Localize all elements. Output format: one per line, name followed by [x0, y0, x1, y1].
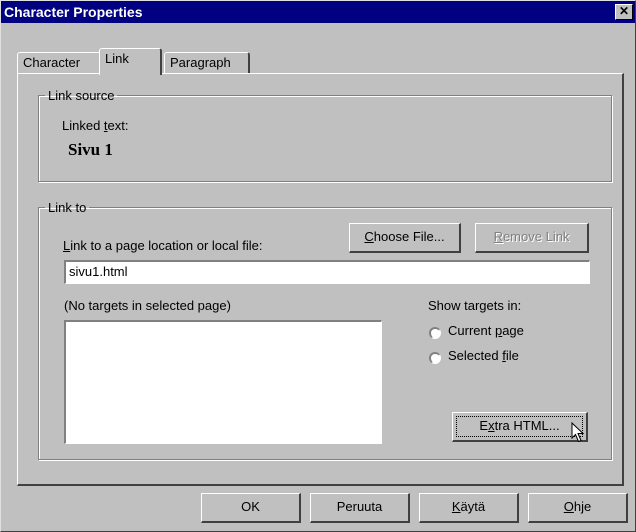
link-tab-panel: Link source Linked text: Sivu 1 Link to …	[17, 73, 624, 486]
close-icon: ✕	[618, 4, 630, 18]
radio-selected-file-label[interactable]: Selected file	[448, 348, 519, 363]
linked-text-value: Sivu 1	[68, 140, 113, 159]
apply-button[interactable]: Käytä	[419, 493, 519, 523]
link-url-input[interactable]: sivu1.html	[64, 260, 590, 284]
show-targets-label: Show targets in:	[428, 298, 522, 313]
tab-paragraph-label: Paragraph	[170, 55, 231, 70]
link-source-group: Link source	[38, 88, 612, 182]
remove-link-button[interactable]: Remove Link	[475, 223, 589, 253]
focus-rect	[456, 416, 583, 437]
link-to-legend: Link to	[48, 200, 87, 215]
mouse-pointer-icon	[571, 422, 585, 443]
tab-character[interactable]: Character	[17, 52, 102, 74]
link-source-legend: Link source	[48, 88, 115, 103]
tab-paragraph[interactable]: Paragraph	[164, 52, 250, 74]
targets-label: (No targets in selected page)	[64, 298, 231, 313]
title-bar: Character Properties ✕	[1, 1, 635, 23]
link-url-value: sivu1.html	[69, 264, 128, 279]
tab-character-label: Character	[23, 55, 81, 70]
targets-list[interactable]	[64, 320, 382, 444]
linked-text-label: Linked text:	[62, 118, 129, 133]
tab-link[interactable]: Link	[99, 48, 162, 75]
link-field-label: Link to a page location or local file:	[63, 238, 263, 253]
help-button[interactable]: Ohje	[528, 493, 628, 523]
radio-selected-file[interactable]	[429, 352, 441, 364]
radio-current-page-label[interactable]: Current page	[448, 323, 524, 338]
extra-html-button[interactable]: Extra HTML...	[452, 412, 588, 442]
choose-file-button[interactable]: Choose File...	[349, 223, 461, 253]
close-button[interactable]: ✕	[615, 4, 633, 20]
ok-button[interactable]: OK	[201, 493, 301, 523]
character-properties-dialog: Character Properties ✕ Character Link Pa…	[0, 0, 636, 532]
tab-link-label: Link	[105, 51, 129, 66]
dialog-title: Character Properties	[4, 4, 143, 20]
radio-current-page[interactable]	[429, 327, 441, 339]
cancel-button[interactable]: Peruuta	[310, 493, 410, 523]
